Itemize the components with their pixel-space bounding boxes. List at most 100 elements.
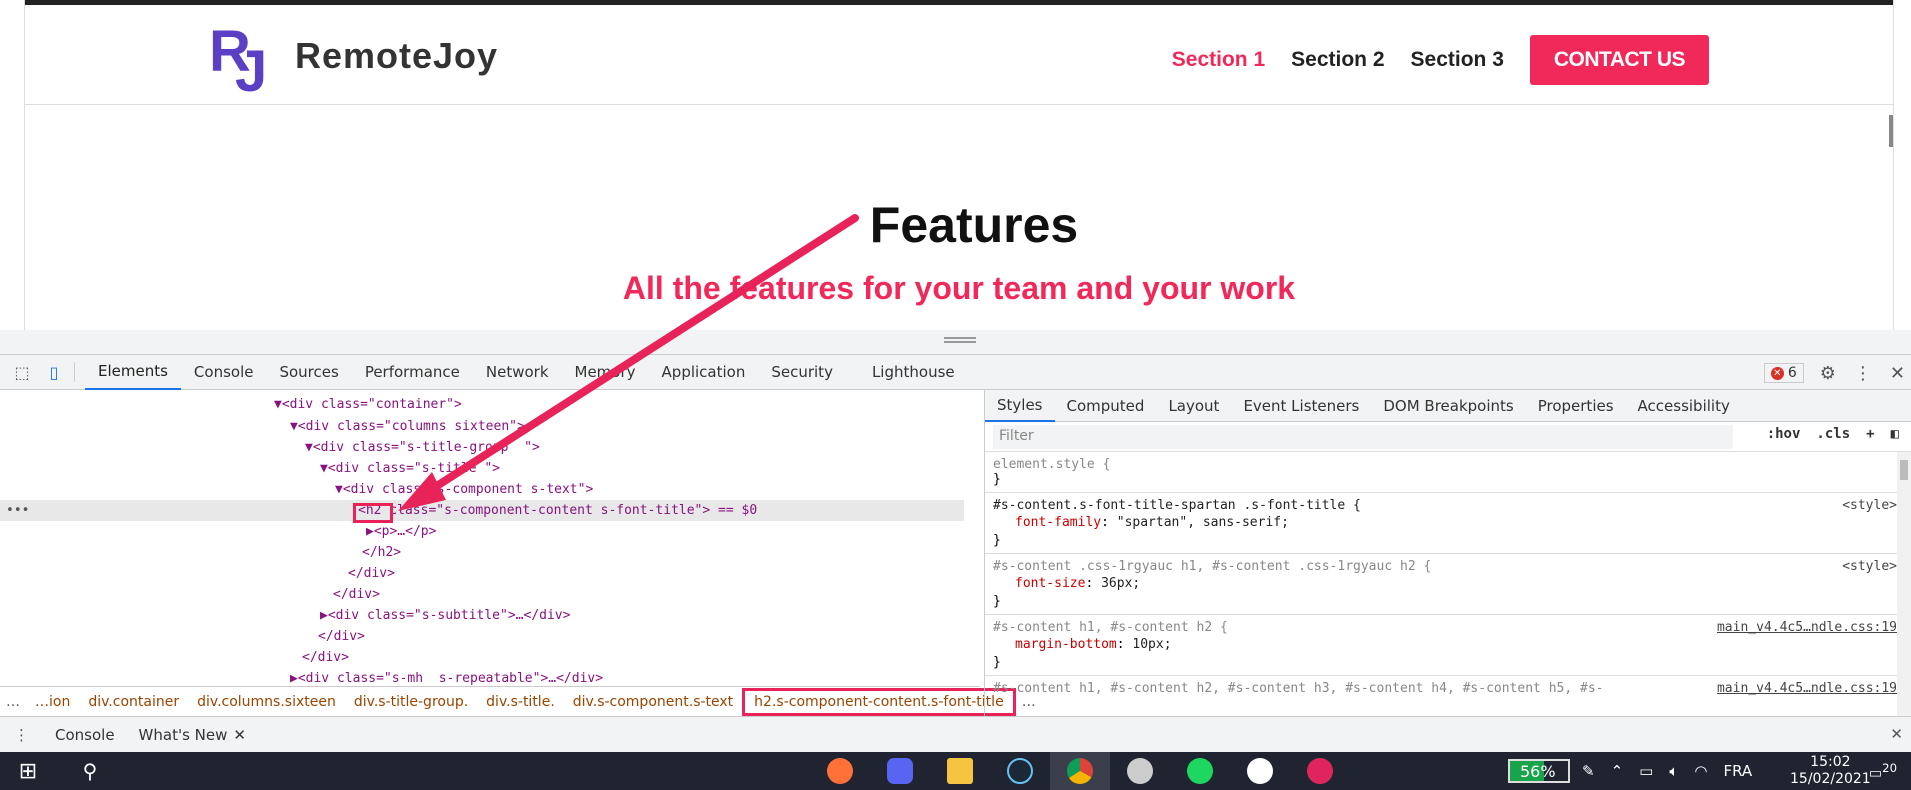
- drawer-tab-console[interactable]: Console: [43, 726, 127, 744]
- tab-dom-breakpoints[interactable]: DOM Breakpoints: [1371, 390, 1525, 422]
- discord-icon[interactable]: [870, 752, 930, 790]
- wifi-icon[interactable]: ◠: [1694, 762, 1707, 780]
- nav-section-2[interactable]: Section 2: [1291, 48, 1384, 72]
- battery-indicator[interactable]: 56%: [1508, 759, 1570, 783]
- firefox-icon[interactable]: [810, 752, 870, 790]
- contact-us-button[interactable]: CONTACT US: [1529, 35, 1709, 85]
- device-toggle-icon[interactable]: ▯: [44, 362, 64, 382]
- error-badge[interactable]: ✕ 6: [1763, 363, 1804, 383]
- windows-start-icon[interactable]: ⊞: [8, 752, 48, 790]
- close-icon[interactable]: ✕: [233, 726, 246, 744]
- rule-property[interactable]: margin-bottom: 10px;: [993, 635, 1903, 655]
- crumb-item[interactable]: div.s-title.: [477, 694, 564, 710]
- close-drawer-icon[interactable]: ✕: [1890, 725, 1903, 743]
- tab-security[interactable]: Security: [758, 354, 846, 390]
- rule-source[interactable]: main_v4.4c5…ndle.css:19: [1717, 681, 1897, 696]
- gear-icon[interactable]: ⚙: [1820, 363, 1836, 384]
- app-icon[interactable]: [1290, 752, 1350, 790]
- crumb-item[interactable]: div.s-component.s-text: [564, 694, 742, 710]
- tree-node[interactable]: ▶<div class="s-subtitle">…</div>: [320, 605, 570, 626]
- crumb-more-icon[interactable]: …: [0, 694, 26, 710]
- rule-selector[interactable]: #s-content.s-font-title-spartan .s-font-…: [993, 498, 1903, 513]
- hov-toggle[interactable]: :hov: [1767, 426, 1801, 442]
- steam-icon[interactable]: [990, 752, 1050, 790]
- tree-node[interactable]: ▼<div class="columns sixteen">: [290, 416, 525, 437]
- language-indicator[interactable]: FRA: [1723, 762, 1752, 780]
- rule-property[interactable]: font-family: "spartan", sans-serif;: [993, 513, 1903, 533]
- tree-node[interactable]: ▼<div class="s-title ">: [320, 458, 500, 479]
- drawer-menu-icon[interactable]: ⋮: [0, 726, 43, 744]
- tab-event-listeners[interactable]: Event Listeners: [1231, 390, 1371, 422]
- scroll-thumb[interactable]: [1900, 460, 1908, 480]
- tab-layout[interactable]: Layout: [1156, 390, 1231, 422]
- inspect-icon[interactable]: ⬚: [12, 362, 32, 382]
- crumb-item[interactable]: div.container: [79, 694, 188, 710]
- nav-section-1[interactable]: Section 1: [1172, 48, 1265, 72]
- add-rule-icon[interactable]: +: [1866, 426, 1874, 442]
- devtools-resize-bar[interactable]: [0, 330, 1911, 354]
- logo-text[interactable]: RemoteJoy: [295, 35, 498, 77]
- tree-node[interactable]: ▶<p>…</p>: [366, 521, 436, 542]
- tab-lighthouse[interactable]: Lighthouse: [846, 354, 968, 390]
- rule-selector[interactable]: #s-content .css-1rgyauc h1, #s-content .…: [993, 559, 1903, 574]
- epic-games-icon[interactable]: [1110, 752, 1170, 790]
- rule-source[interactable]: main_v4.4c5…ndle.css:19: [1717, 620, 1897, 635]
- crumb-item[interactable]: …ion: [26, 694, 79, 710]
- more-menu-icon[interactable]: ⋮: [1854, 363, 1872, 384]
- volume-icon[interactable]: 🔈︎: [1669, 762, 1678, 780]
- crumb-item-selected[interactable]: h2.s-component-content.s-font-title: [742, 687, 1016, 716]
- chrome-icon[interactable]: [1050, 752, 1110, 790]
- slack-icon[interactable]: [1230, 752, 1290, 790]
- tab-performance[interactable]: Performance: [352, 354, 473, 390]
- styles-scrollbar[interactable]: [1897, 452, 1911, 716]
- tree-node[interactable]: ▼<div class="s-component s-text">: [335, 479, 593, 500]
- rule-source[interactable]: <style>: [1842, 559, 1897, 574]
- prop-value: 10px;: [1132, 637, 1172, 652]
- rule-source[interactable]: <style>: [1842, 498, 1897, 513]
- tree-node[interactable]: </div>: [333, 584, 380, 605]
- rule-property[interactable]: font-size: 36px;: [993, 574, 1903, 594]
- tree-node[interactable]: ▶<div class="s-mh s-repeatable">…</div>: [290, 668, 603, 686]
- rule-close: }: [993, 655, 1001, 670]
- resize-grip-icon[interactable]: [944, 337, 976, 343]
- pen-icon[interactable]: ✎: [1582, 762, 1595, 780]
- row-dots-icon[interactable]: •••: [6, 500, 29, 521]
- breadcrumb: … …ion div.container div.columns.sixteen…: [0, 686, 1036, 716]
- sidebar-toggle-icon[interactable]: ◧: [1891, 426, 1899, 442]
- tab-application[interactable]: Application: [649, 354, 759, 390]
- tab-console[interactable]: Console: [181, 354, 267, 390]
- viewport-scrollbar[interactable]: [1889, 115, 1893, 147]
- nav-section-3[interactable]: Section 3: [1411, 48, 1504, 72]
- tree-node[interactable]: </div>: [318, 626, 365, 647]
- power-icon[interactable]: ▭: [1639, 762, 1653, 780]
- crumb-item[interactable]: div.s-title-group.: [345, 694, 477, 710]
- rule-selector[interactable]: element.style {: [993, 457, 1903, 472]
- tab-network[interactable]: Network: [473, 354, 562, 390]
- tree-node[interactable]: ▼<div class="s-title-group ">: [305, 437, 540, 458]
- tab-memory[interactable]: Memory: [562, 354, 649, 390]
- tab-styles[interactable]: Styles: [985, 390, 1055, 422]
- tab-elements[interactable]: Elements: [85, 354, 181, 390]
- spotify-icon[interactable]: [1170, 752, 1230, 790]
- tab-computed[interactable]: Computed: [1055, 390, 1157, 422]
- tree-node[interactable]: ▼<div class="container">: [274, 394, 462, 415]
- tab-accessibility[interactable]: Accessibility: [1626, 390, 1742, 422]
- rule-selector[interactable]: #s-content h1, #s-content h2, #s-content…: [993, 681, 1693, 696]
- file-explorer-icon[interactable]: [930, 752, 990, 790]
- tree-node[interactable]: </div>: [348, 563, 395, 584]
- tree-node[interactable]: </div>: [302, 647, 349, 668]
- tab-properties[interactable]: Properties: [1526, 390, 1626, 422]
- notification-icon[interactable]: ▭20: [1869, 761, 1897, 782]
- filter-input[interactable]: Filter: [993, 424, 1733, 449]
- drawer-tab-whats-new[interactable]: What's New ✕: [127, 726, 258, 744]
- crumb-item[interactable]: div.columns.sixteen: [188, 694, 345, 710]
- cls-toggle[interactable]: .cls: [1816, 426, 1850, 442]
- search-icon[interactable]: ⚲: [70, 752, 110, 790]
- clock[interactable]: 15:02 15/02/2021: [1790, 754, 1871, 788]
- tree-node[interactable]: </h2>: [362, 542, 401, 563]
- tab-sources[interactable]: Sources: [266, 354, 351, 390]
- tree-node-selected[interactable]: <h2 class="s-component-content s-font-ti…: [358, 500, 757, 521]
- chevron-up-icon[interactable]: ⌃: [1611, 762, 1624, 780]
- logo-icon[interactable]: R J: [209, 19, 273, 95]
- close-icon[interactable]: ✕: [1890, 363, 1905, 384]
